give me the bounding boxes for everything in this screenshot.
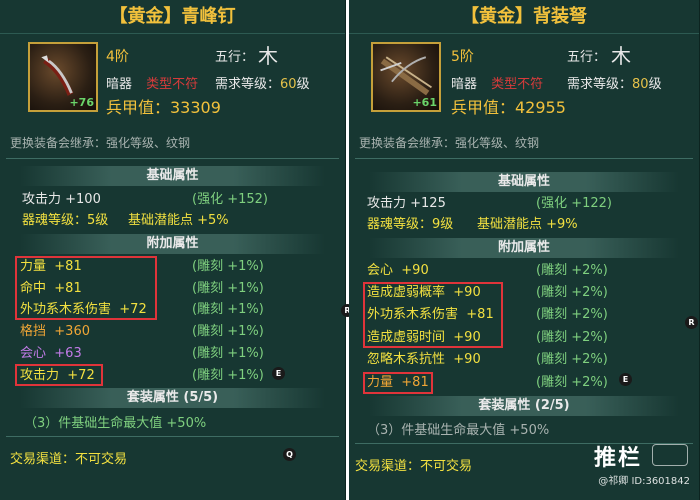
right-e-key-button[interactable]: E (619, 373, 632, 386)
right-req-unit: 级 (648, 77, 662, 92)
right-bottom-divider (355, 443, 693, 444)
left-set-header: 套装属性 (5/5) (20, 388, 325, 408)
right-wuxing-label: 五行： (567, 50, 607, 65)
right-divider (355, 158, 693, 159)
right-basic-0-left: 攻击力 +125 (367, 196, 446, 211)
right-type-status: 类型不符 (491, 77, 544, 92)
right-extra-1-right: (雕刻 +2%) (536, 285, 608, 300)
left-basic-header: 基础属性 (20, 166, 325, 186)
left-extra-1-right: (雕刻 +1%) (192, 281, 264, 296)
right-basic-1-right: 基础潜能点 +9% (477, 217, 578, 232)
right-req-row: 需求等级：80级 (567, 73, 662, 92)
left-req-label: 需求等级： (215, 77, 281, 92)
left-wuxing-glyph: 木 (258, 44, 278, 68)
dart-weapon-icon: +76 (28, 42, 98, 112)
right-extra-0: 会心 +90 (367, 261, 429, 281)
left-extra-4: 会心 +63 (20, 344, 82, 364)
right-type-row: 暗器 类型不符 (451, 73, 543, 92)
left-basic-0-right: (强化 +152) (192, 192, 268, 207)
left-extra-3: 格挡 +360 (20, 322, 90, 342)
left-set-bonus: （3）件基础生命最大值 +50% (24, 416, 207, 431)
left-item-title: 【黄金】青峰钉 (0, 0, 345, 34)
right-r-key-button[interactable]: R (685, 316, 698, 329)
right-extra-4-val: +90 (453, 352, 481, 367)
left-divider (6, 158, 339, 159)
right-bingjia: 兵甲值：42955 (451, 98, 566, 117)
left-req-unit: 级 (296, 77, 310, 92)
left-basic-0-left: 攻击力 +100 (22, 192, 101, 207)
crossbow-weapon-icon: +61 (371, 42, 441, 112)
left-icon-level: +76 (69, 96, 94, 109)
right-item-title: 【黄金】背装弩 (349, 0, 699, 34)
left-extra-5-right: (雕刻 +1%) (192, 368, 264, 383)
watermark-credit: @祁卿 ID:3601842 (598, 476, 690, 487)
left-req-value: 60 (280, 77, 297, 92)
right-req-value: 80 (632, 77, 649, 92)
left-extra-0-right: (雕刻 +1%) (192, 259, 264, 274)
right-inherit-note: 更换装备会继承：强化等级、纹钢 (359, 136, 540, 150)
right-extra-5-right: (雕刻 +2%) (536, 375, 608, 390)
right-highlight-box-1 (363, 282, 503, 348)
left-extra-4-right: (雕刻 +1%) (192, 346, 264, 361)
right-basic-0-right: (强化 +122) (536, 196, 612, 211)
left-basic-1-left: 器魂等级：5级 (22, 213, 109, 228)
right-basic-header: 基础属性 (369, 172, 679, 192)
left-bingjia: 兵甲值：33309 (106, 98, 221, 117)
left-basic-1-right: 基础潜能点 +5% (128, 213, 229, 228)
left-extra-header: 附加属性 (20, 234, 325, 254)
right-extra-3-right: (雕刻 +2%) (536, 330, 608, 345)
right-highlight-box-2 (363, 372, 433, 394)
right-type-label: 暗器 (451, 77, 478, 92)
right-trade-channel: 交易渠道：不可交易 (355, 459, 473, 474)
watermark-title: 推栏 (593, 446, 642, 471)
right-item-tooltip: 【黄金】背装弩 +61 5阶 五行： 木 暗器 类型不符 需求等级：80级 兵甲… (349, 0, 700, 500)
right-set-bonus: （3）件基础生命最大值 +50% (367, 423, 550, 438)
left-e-key-button[interactable]: E (272, 367, 285, 380)
left-extra-3-right: (雕刻 +1%) (192, 324, 264, 339)
left-extra-4-val: +63 (54, 346, 82, 361)
left-type-label: 暗器 (106, 77, 133, 92)
left-wuxing-label: 五行： (215, 50, 255, 65)
left-type-row: 暗器 类型不符 (106, 73, 198, 92)
right-basic-1-left: 器魂等级：9级 (367, 217, 454, 232)
left-bottom-divider (6, 436, 339, 437)
right-extra-2-right: (雕刻 +2%) (536, 307, 608, 322)
right-set-header: 套装属性 (2/5) (369, 396, 679, 416)
right-extra-0-val: +90 (401, 263, 429, 278)
right-extra-0-right: (雕刻 +2%) (536, 263, 608, 278)
left-extra-3-name: 格挡 (20, 324, 47, 339)
left-extra-3-val: +360 (54, 324, 90, 339)
right-extra-header: 附加属性 (369, 238, 679, 258)
left-extra-2-right: (雕刻 +1%) (192, 302, 264, 317)
left-q-key-button[interactable]: Q (283, 448, 296, 461)
right-icon-level: +61 (412, 96, 437, 109)
watermark-logo-icon (652, 444, 688, 466)
left-req-row: 需求等级：60级 (215, 73, 310, 92)
right-wuxing-glyph: 木 (611, 44, 631, 68)
left-type-status: 类型不符 (146, 77, 199, 92)
right-extra-4-right: (雕刻 +2%) (536, 352, 608, 367)
right-extra-4-name: 忽略木系抗性 (367, 352, 446, 367)
left-item-tooltip: 【黄金】青峰钉 +76 4阶 五行： 木 暗器 类型不符 需求等级：60级 兵甲… (0, 0, 354, 500)
right-extra-0-name: 会心 (367, 263, 394, 278)
right-req-label: 需求等级： (567, 77, 633, 92)
left-highlight-box-1 (15, 256, 157, 320)
left-inherit-note: 更换装备会继承：强化等级、纹钢 (10, 136, 191, 150)
right-extra-4: 忽略木系抗性 +90 (367, 350, 481, 370)
left-highlight-box-2 (15, 364, 103, 386)
right-tier: 5阶 (451, 49, 474, 65)
left-extra-4-name: 会心 (20, 346, 47, 361)
left-tier: 4阶 (106, 49, 129, 65)
left-trade-channel: 交易渠道：不可交易 (10, 452, 128, 467)
